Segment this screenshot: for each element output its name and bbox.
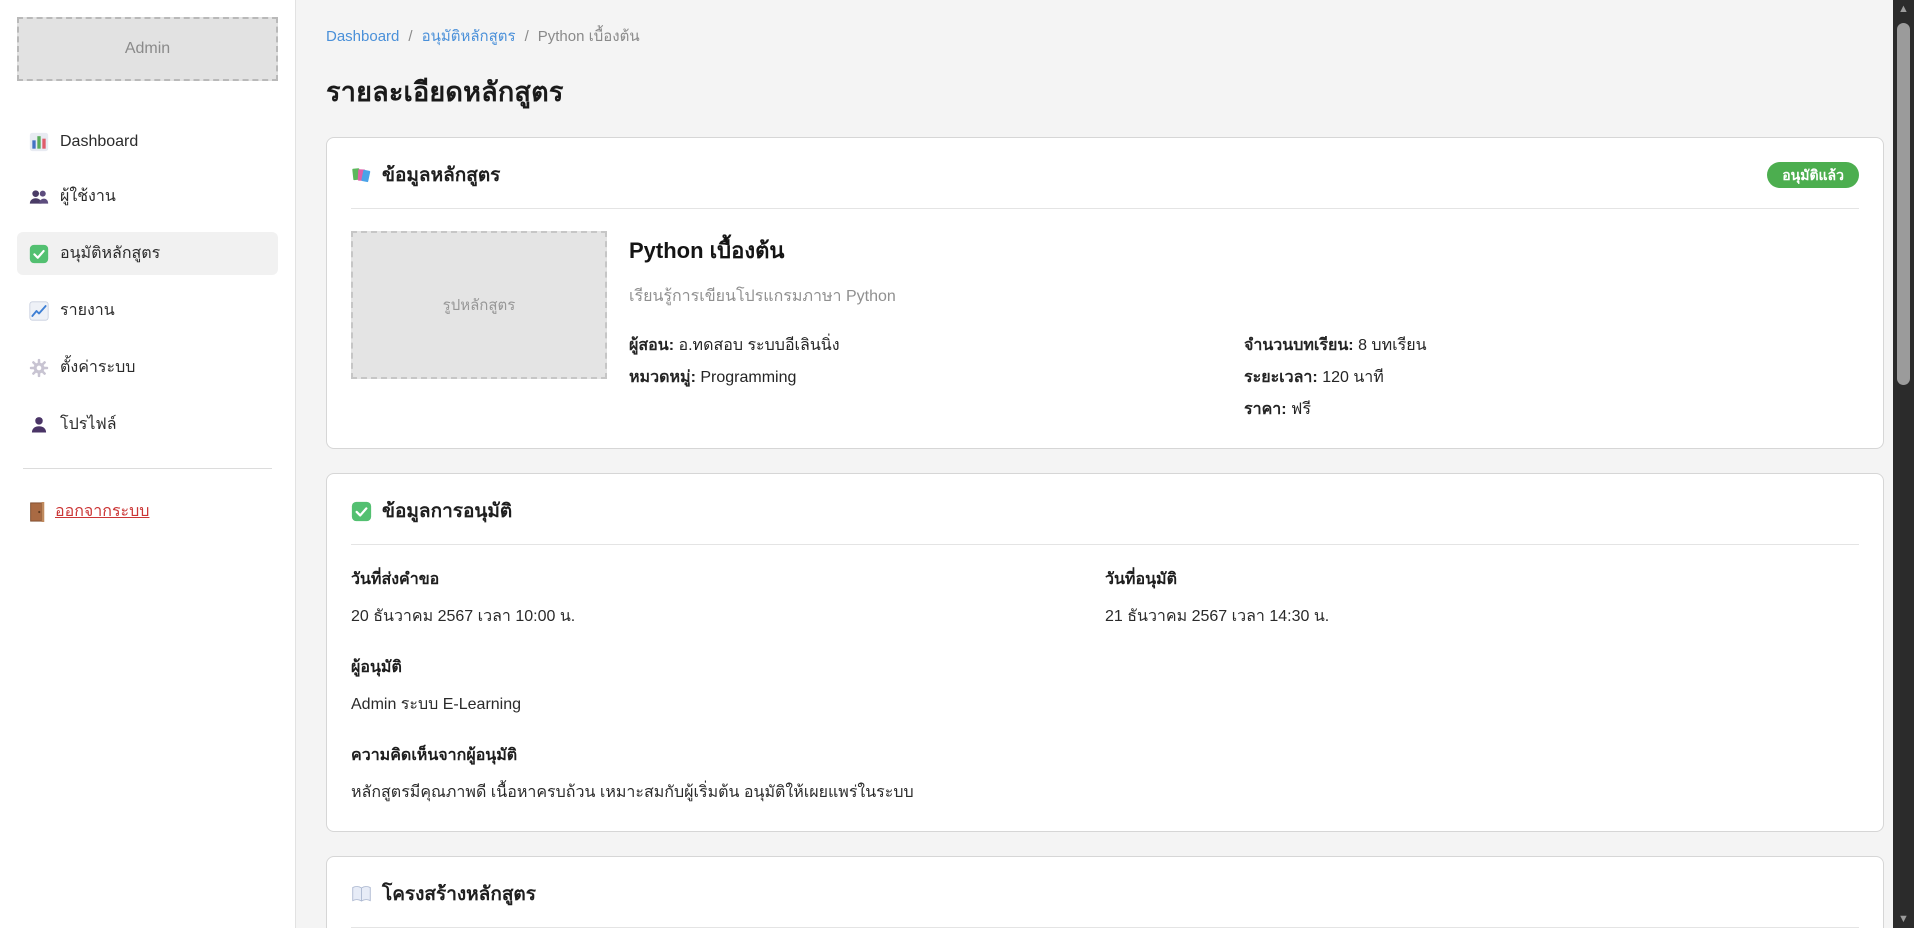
course-description: เรียนรู้การเขียนโปรแกรมภาษา Python bbox=[629, 284, 1859, 309]
instructor-value: อ.ทดสอบ ระบบอีเลินนิ่ง bbox=[678, 337, 839, 354]
course-image-placeholder: รูปหลักสูตร bbox=[351, 231, 607, 379]
scroll-up-arrow[interactable]: ▲ bbox=[1898, 0, 1909, 18]
category-value: Programming bbox=[700, 369, 796, 386]
approve-date-block: วันที่อนุมัติ 21 ธันวาคม 2567 เวลา 14:30… bbox=[1105, 567, 1859, 629]
sidebar: Admin Dashboard ผู้ใช้งาน อนุมัติหลักสูต… bbox=[0, 0, 296, 928]
sidebar-item-approve-courses[interactable]: อนุมัติหลักสูตร bbox=[17, 232, 278, 275]
approver-block: ผู้อนุมัติ Admin ระบบ E-Learning bbox=[351, 655, 1859, 717]
comment-value: หลักสูตรมีคุณภาพดี เนื้อหาครบถ้วน เหมาะส… bbox=[351, 780, 1859, 805]
breadcrumb-separator: / bbox=[408, 28, 412, 45]
open-book-icon bbox=[351, 884, 372, 905]
scrollbar[interactable]: ▲ ▼ bbox=[1893, 0, 1914, 928]
page-title: รายละเอียดหลักสูตร bbox=[326, 70, 1884, 113]
approval-card-title: ข้อมูลการอนุมัติ bbox=[382, 496, 512, 526]
check-icon bbox=[351, 501, 372, 522]
duration-row: ระยะเวลา: 120 นาที bbox=[1244, 365, 1859, 390]
request-date-value: 20 ธันวาคม 2567 เวลา 10:00 น. bbox=[351, 604, 1105, 629]
approver-value: Admin ระบบ E-Learning bbox=[351, 692, 1859, 717]
approver-label: ผู้อนุมัติ bbox=[351, 655, 1859, 680]
duration-value: 120 นาที bbox=[1322, 369, 1384, 386]
logout-link[interactable]: ออกจากระบบ bbox=[17, 495, 278, 528]
price-row: ราคา: ฟรี bbox=[1244, 397, 1859, 422]
course-details-left: ผู้สอน: อ.ทดสอบ ระบบอีเลินนิ่ง หมวดหมู่:… bbox=[629, 333, 1244, 422]
instructor-label: ผู้สอน: bbox=[629, 337, 674, 354]
breadcrumb-link-dashboard[interactable]: Dashboard bbox=[326, 28, 399, 45]
course-details-right: จำนวนบทเรียน: 8 บทเรียน ระยะเวลา: 120 นา… bbox=[1244, 333, 1859, 422]
course-card-title: ข้อมูลหลักสูตร bbox=[382, 160, 500, 190]
status-badge: อนุมัติแล้ว bbox=[1767, 162, 1859, 188]
course-name: Python เบื้องต้น bbox=[629, 233, 1859, 268]
logout-label: ออกจากระบบ bbox=[55, 499, 149, 524]
request-date-block: วันที่ส่งคำขอ 20 ธันวาคม 2567 เวลา 10:00… bbox=[351, 567, 1105, 629]
price-value: ฟรี bbox=[1291, 401, 1311, 418]
duration-label: ระยะเวลา: bbox=[1244, 369, 1318, 386]
scroll-down-arrow[interactable]: ▼ bbox=[1898, 910, 1909, 928]
sidebar-item-label: ตั้งค่าระบบ bbox=[60, 355, 135, 380]
sidebar-item-dashboard[interactable]: Dashboard bbox=[17, 123, 278, 161]
approval-info-card: ข้อมูลการอนุมัติ วันที่ส่งคำขอ 20 ธันวาค… bbox=[326, 473, 1884, 832]
sidebar-item-settings[interactable]: ตั้งค่าระบบ bbox=[17, 346, 278, 389]
category-row: หมวดหมู่: Programming bbox=[629, 365, 1244, 390]
door-icon bbox=[29, 502, 45, 522]
breadcrumb-current: Python เบื้องต้น bbox=[538, 24, 640, 48]
scrollbar-thumb[interactable] bbox=[1897, 23, 1910, 385]
admin-logo-label: Admin bbox=[125, 40, 170, 58]
sidebar-item-reports[interactable]: รายงาน bbox=[17, 289, 278, 332]
breadcrumb-separator: / bbox=[525, 28, 529, 45]
structure-card-title: โครงสร้างหลักสูตร bbox=[382, 879, 536, 909]
books-icon bbox=[351, 165, 372, 186]
breadcrumb-link-approve-courses[interactable]: อนุมัติหลักสูตร bbox=[422, 24, 516, 48]
request-date-label: วันที่ส่งคำขอ bbox=[351, 567, 1105, 592]
check-icon bbox=[29, 244, 49, 264]
main-content: Dashboard / อนุมัติหลักสูตร / Python เบื… bbox=[296, 0, 1914, 928]
course-structure-card: โครงสร้างหลักสูตร bbox=[326, 856, 1884, 928]
comment-label: ความคิดเห็นจากผู้อนุมัติ bbox=[351, 743, 1859, 768]
instructor-row: ผู้สอน: อ.ทดสอบ ระบบอีเลินนิ่ง bbox=[629, 333, 1244, 358]
course-info-card: ข้อมูลหลักสูตร อนุมัติแล้ว รูปหลักสูตร P… bbox=[326, 137, 1884, 449]
price-label: ราคา: bbox=[1244, 401, 1287, 418]
sidebar-item-label: โปรไฟล์ bbox=[60, 412, 117, 437]
chart-up-icon bbox=[29, 301, 49, 321]
sidebar-item-label: รายงาน bbox=[60, 298, 115, 323]
category-label: หมวดหมู่: bbox=[629, 369, 696, 386]
bar-chart-icon bbox=[29, 132, 49, 152]
sidebar-item-label: อนุมัติหลักสูตร bbox=[60, 241, 160, 266]
course-image-placeholder-label: รูปหลักสูตร bbox=[443, 293, 516, 317]
sidebar-item-label: ผู้ใช้งาน bbox=[60, 184, 116, 209]
card-divider bbox=[351, 208, 1859, 209]
sidebar-nav: Dashboard ผู้ใช้งาน อนุมัติหลักสูตร รายง… bbox=[17, 123, 278, 446]
lessons-row: จำนวนบทเรียน: 8 บทเรียน bbox=[1244, 333, 1859, 358]
lessons-label: จำนวนบทเรียน: bbox=[1244, 337, 1354, 354]
sidebar-item-label: Dashboard bbox=[60, 133, 138, 151]
approve-date-value: 21 ธันวาคม 2567 เวลา 14:30 น. bbox=[1105, 604, 1859, 629]
sidebar-divider bbox=[23, 468, 272, 469]
person-icon bbox=[29, 415, 49, 435]
approve-date-label: วันที่อนุมัติ bbox=[1105, 567, 1859, 592]
lessons-value: 8 บทเรียน bbox=[1358, 337, 1426, 354]
admin-logo: Admin bbox=[17, 17, 278, 81]
approver-comment-block: ความคิดเห็นจากผู้อนุมัติ หลักสูตรมีคุณภา… bbox=[351, 743, 1859, 805]
sidebar-item-users[interactable]: ผู้ใช้งาน bbox=[17, 175, 278, 218]
card-divider bbox=[351, 544, 1859, 545]
users-icon bbox=[29, 187, 49, 207]
breadcrumb: Dashboard / อนุมัติหลักสูตร / Python เบื… bbox=[326, 24, 1884, 48]
sidebar-item-profile[interactable]: โปรไฟล์ bbox=[17, 403, 278, 446]
gear-icon bbox=[29, 358, 49, 378]
